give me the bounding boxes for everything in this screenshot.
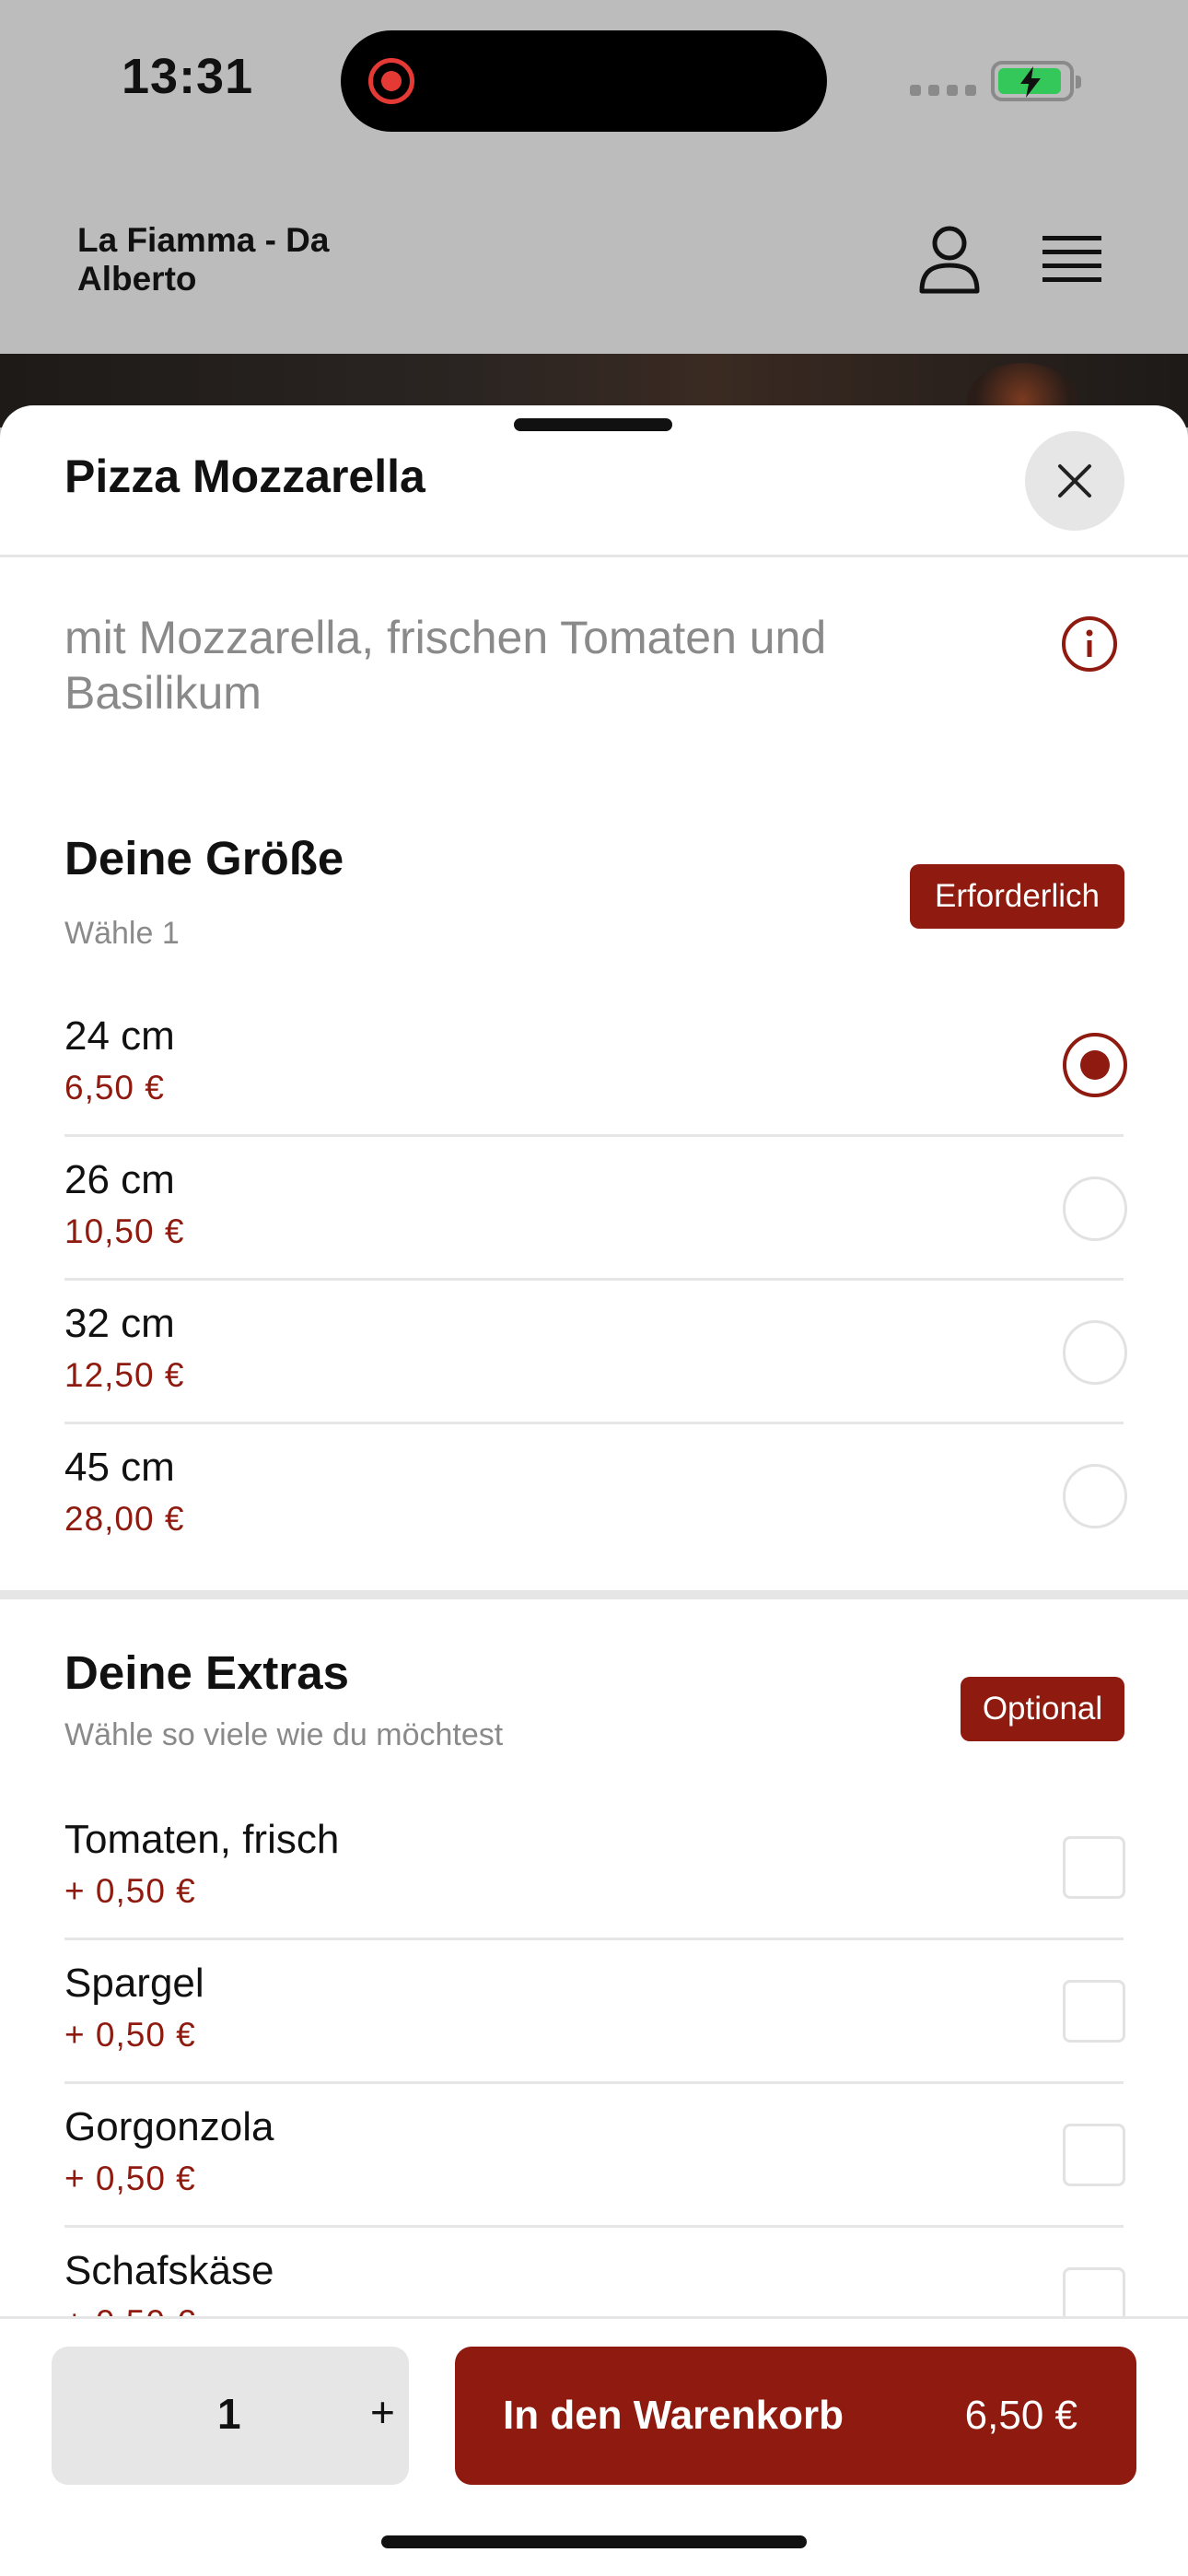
status-bar: 13:31 bbox=[0, 0, 1188, 166]
extra-option-price: + 0,50 € bbox=[64, 1872, 196, 1910]
section-divider bbox=[0, 1590, 1188, 1599]
app-header: La Fiamma - Da Alberto bbox=[0, 166, 1188, 354]
extras-section-title: Deine Extras bbox=[64, 1646, 349, 1699]
size-option-price: 10,50 € bbox=[64, 1212, 185, 1250]
size-option[interactable]: 24 cm 6,50 € bbox=[64, 993, 1127, 1137]
extra-option[interactable]: Gorgonzola + 0,50 € bbox=[64, 2084, 1125, 2228]
extra-option[interactable]: Tomaten, frisch + 0,50 € bbox=[64, 1797, 1125, 1940]
info-icon[interactable] bbox=[1061, 615, 1118, 673]
size-option[interactable]: 32 cm 12,50 € bbox=[64, 1281, 1127, 1424]
size-option-price: 6,50 € bbox=[64, 1069, 165, 1107]
size-radio[interactable] bbox=[1063, 1177, 1127, 1241]
size-option[interactable]: 26 cm 10,50 € bbox=[64, 1137, 1127, 1281]
size-option-price: 28,00 € bbox=[64, 1500, 185, 1538]
charging-bolt-icon bbox=[1020, 66, 1041, 98]
cellular-signal-icon bbox=[910, 85, 976, 96]
quantity-plus-button[interactable]: + bbox=[370, 2389, 395, 2435]
size-option-label: 45 cm bbox=[64, 1445, 175, 1490]
size-radio[interactable] bbox=[1063, 1033, 1127, 1097]
home-indicator[interactable] bbox=[381, 2535, 807, 2548]
extra-checkbox[interactable] bbox=[1063, 1836, 1125, 1899]
extra-option-price: + 0,50 € bbox=[64, 2160, 196, 2197]
status-time: 13:31 bbox=[122, 49, 254, 104]
quantity-stepper: 1 + bbox=[52, 2347, 409, 2485]
size-option-label: 32 cm bbox=[64, 1301, 175, 1346]
size-section-subtitle: Wähle 1 bbox=[64, 916, 180, 951]
extra-checkbox[interactable] bbox=[1063, 2124, 1125, 2186]
recording-icon bbox=[368, 58, 414, 104]
add-to-cart-button[interactable]: In den Warenkorb 6,50 € bbox=[455, 2347, 1136, 2485]
size-option-price: 12,50 € bbox=[64, 1356, 185, 1394]
extra-option-label: Spargel bbox=[64, 1961, 204, 2006]
restaurant-name: La Fiamma - Da Alberto bbox=[77, 221, 330, 298]
extras-section-subtitle: Wähle so viele wie du möchtest bbox=[64, 1717, 504, 1752]
extra-option-label: Gorgonzola bbox=[64, 2104, 274, 2149]
divider bbox=[0, 555, 1188, 557]
extra-option[interactable]: Spargel + 0,50 € bbox=[64, 1940, 1125, 2084]
hamburger-menu-icon[interactable] bbox=[1042, 232, 1101, 287]
add-to-cart-label: In den Warenkorb bbox=[503, 2393, 844, 2438]
size-section-title: Deine Größe bbox=[64, 832, 344, 884]
size-option-label: 24 cm bbox=[64, 1013, 175, 1059]
close-button[interactable] bbox=[1025, 431, 1124, 531]
required-badge: Erforderlich bbox=[910, 864, 1124, 929]
add-to-cart-price: 6,50 € bbox=[964, 2393, 1077, 2438]
quantity-value: 1 bbox=[217, 2390, 241, 2438]
size-radio[interactable] bbox=[1063, 1464, 1127, 1528]
user-account-icon[interactable] bbox=[917, 225, 982, 295]
size-radio[interactable] bbox=[1063, 1320, 1127, 1385]
optional-badge: Optional bbox=[961, 1677, 1124, 1741]
product-description: mit Mozzarella, frischen Tomaten und Bas… bbox=[64, 612, 827, 719]
size-option[interactable]: 45 cm 28,00 € bbox=[64, 1424, 1127, 1568]
battery-icon bbox=[991, 61, 1081, 101]
extra-checkbox[interactable] bbox=[1063, 1980, 1125, 2043]
extra-option-price: + 0,50 € bbox=[64, 2016, 196, 2054]
extra-option-label: Schafskäse bbox=[64, 2248, 274, 2293]
dynamic-island bbox=[341, 30, 827, 132]
product-sheet: Pizza Mozzarella mit Mozzarella, frische… bbox=[0, 405, 1188, 2576]
close-icon bbox=[1058, 464, 1091, 498]
extra-option-label: Tomaten, frisch bbox=[64, 1817, 340, 1862]
product-title: Pizza Mozzarella bbox=[64, 451, 425, 502]
size-option-label: 26 cm bbox=[64, 1157, 175, 1202]
sheet-grabber[interactable] bbox=[514, 418, 672, 431]
